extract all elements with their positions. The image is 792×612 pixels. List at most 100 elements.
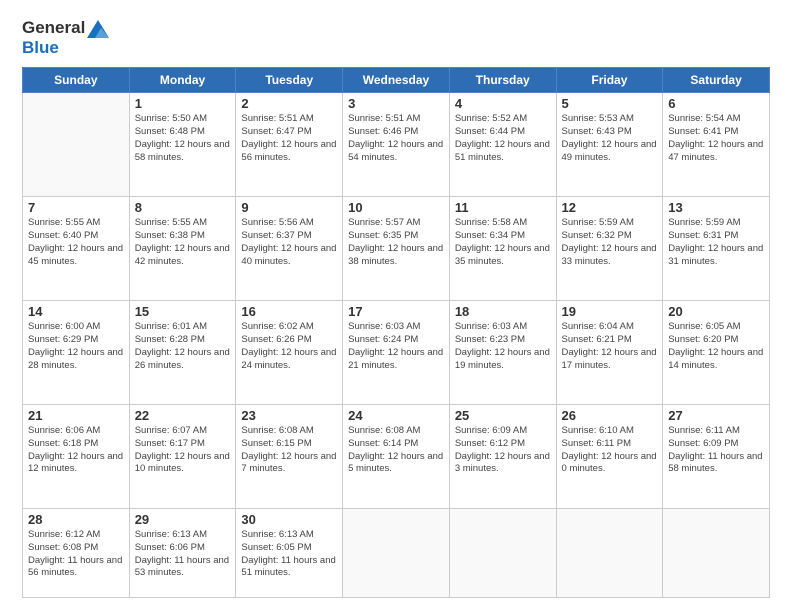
day-number: 14 (28, 304, 124, 319)
day-number: 25 (455, 408, 551, 423)
day-number: 5 (562, 96, 658, 111)
calendar-table: SundayMondayTuesdayWednesdayThursdayFrid… (22, 67, 770, 598)
cell-daylight-info: Sunrise: 6:05 AM Sunset: 6:20 PM Dayligh… (668, 321, 764, 372)
day-header-wednesday: Wednesday (343, 68, 450, 93)
day-header-monday: Monday (129, 68, 236, 93)
cell-daylight-info: Sunrise: 5:55 AM Sunset: 6:38 PM Dayligh… (135, 217, 231, 268)
cell-daylight-info: Sunrise: 6:03 AM Sunset: 6:23 PM Dayligh… (455, 321, 551, 372)
logo-icon (87, 20, 109, 38)
calendar-cell: 6 Sunrise: 5:54 AM Sunset: 6:41 PM Daylig… (663, 93, 770, 197)
day-number: 23 (241, 408, 337, 423)
calendar-week-4: 21 Sunrise: 6:06 AM Sunset: 6:18 PM Dayli… (23, 405, 770, 509)
day-number: 18 (455, 304, 551, 319)
day-number: 15 (135, 304, 231, 319)
day-number: 7 (28, 200, 124, 215)
logo-general: General (22, 18, 85, 37)
day-header-friday: Friday (556, 68, 663, 93)
day-number: 3 (348, 96, 444, 111)
calendar-cell: 1Sunrise: 5:50 AM Sunset: 6:48 PM Daylig… (129, 93, 236, 197)
cell-daylight-info: Sunrise: 6:07 AM Sunset: 6:17 PM Dayligh… (135, 425, 231, 476)
page: General Blue SundayMondayTuesdayWednesda… (0, 0, 792, 612)
calendar-cell (449, 509, 556, 598)
cell-daylight-info: Sunrise: 5:59 AM Sunset: 6:32 PM Dayligh… (562, 217, 658, 268)
cell-daylight-info: Sunrise: 6:02 AM Sunset: 6:26 PM Dayligh… (241, 321, 337, 372)
day-number: 13 (668, 200, 764, 215)
cell-daylight-info: Sunrise: 5:52 AM Sunset: 6:44 PM Dayligh… (455, 113, 551, 164)
calendar-cell (556, 509, 663, 598)
day-number: 10 (348, 200, 444, 215)
calendar-cell: 7 Sunrise: 5:55 AM Sunset: 6:40 PM Daylig… (23, 197, 130, 301)
day-header-tuesday: Tuesday (236, 68, 343, 93)
cell-daylight-info: Sunrise: 6:09 AM Sunset: 6:12 PM Dayligh… (455, 425, 551, 476)
header: General Blue (22, 18, 770, 57)
day-number: 6 (668, 96, 764, 111)
calendar-cell: 22 Sunrise: 6:07 AM Sunset: 6:17 PM Dayli… (129, 405, 236, 509)
calendar-week-1: 1Sunrise: 5:50 AM Sunset: 6:48 PM Daylig… (23, 93, 770, 197)
cell-daylight-info: Sunrise: 5:55 AM Sunset: 6:40 PM Dayligh… (28, 217, 124, 268)
day-number: 22 (135, 408, 231, 423)
day-number: 29 (135, 512, 231, 527)
calendar-cell: 14 Sunrise: 6:00 AM Sunset: 6:29 PM Dayli… (23, 301, 130, 405)
logo-blue: Blue (22, 38, 109, 58)
day-number: 17 (348, 304, 444, 319)
calendar-header-row: SundayMondayTuesdayWednesdayThursdayFrid… (23, 68, 770, 93)
cell-daylight-info: Sunrise: 6:12 AM Sunset: 6:08 PM Dayligh… (28, 529, 124, 580)
cell-daylight-info: Sunrise: 6:13 AM Sunset: 6:05 PM Dayligh… (241, 529, 337, 580)
cell-daylight-info: Sunrise: 5:51 AM Sunset: 6:47 PM Dayligh… (241, 113, 337, 164)
calendar-cell (23, 93, 130, 197)
day-number: 2 (241, 96, 337, 111)
day-number: 24 (348, 408, 444, 423)
day-header-saturday: Saturday (663, 68, 770, 93)
day-number: 21 (28, 408, 124, 423)
calendar-week-5: 28 Sunrise: 6:12 AM Sunset: 6:08 PM Dayli… (23, 509, 770, 598)
cell-daylight-info: Sunrise: 6:13 AM Sunset: 6:06 PM Dayligh… (135, 529, 231, 580)
calendar-cell: 24Sunrise: 6:08 AM Sunset: 6:14 PM Dayli… (343, 405, 450, 509)
day-number: 27 (668, 408, 764, 423)
calendar-cell: 10 Sunrise: 5:57 AM Sunset: 6:35 PM Dayli… (343, 197, 450, 301)
calendar-cell (663, 509, 770, 598)
calendar-cell: 8 Sunrise: 5:55 AM Sunset: 6:38 PM Daylig… (129, 197, 236, 301)
cell-daylight-info: Sunrise: 6:06 AM Sunset: 6:18 PM Dayligh… (28, 425, 124, 476)
calendar-cell: 11 Sunrise: 5:58 AM Sunset: 6:34 PM Dayli… (449, 197, 556, 301)
calendar-cell: 20 Sunrise: 6:05 AM Sunset: 6:20 PM Dayli… (663, 301, 770, 405)
day-header-sunday: Sunday (23, 68, 130, 93)
day-number: 8 (135, 200, 231, 215)
day-number: 28 (28, 512, 124, 527)
day-header-thursday: Thursday (449, 68, 556, 93)
calendar-cell: 18 Sunrise: 6:03 AM Sunset: 6:23 PM Dayli… (449, 301, 556, 405)
logo: General Blue (22, 18, 109, 57)
cell-daylight-info: Sunrise: 6:04 AM Sunset: 6:21 PM Dayligh… (562, 321, 658, 372)
calendar-cell: 4 Sunrise: 5:52 AM Sunset: 6:44 PM Daylig… (449, 93, 556, 197)
day-number: 19 (562, 304, 658, 319)
calendar-cell: 15 Sunrise: 6:01 AM Sunset: 6:28 PM Dayli… (129, 301, 236, 405)
cell-daylight-info: Sunrise: 6:03 AM Sunset: 6:24 PM Dayligh… (348, 321, 444, 372)
calendar-cell: 26Sunrise: 6:10 AM Sunset: 6:11 PM Dayli… (556, 405, 663, 509)
calendar-cell (343, 509, 450, 598)
calendar-cell: 9 Sunrise: 5:56 AM Sunset: 6:37 PM Daylig… (236, 197, 343, 301)
cell-daylight-info: Sunrise: 5:56 AM Sunset: 6:37 PM Dayligh… (241, 217, 337, 268)
day-number: 11 (455, 200, 551, 215)
calendar-cell: 2 Sunrise: 5:51 AM Sunset: 6:47 PM Daylig… (236, 93, 343, 197)
calendar-cell: 16 Sunrise: 6:02 AM Sunset: 6:26 PM Dayli… (236, 301, 343, 405)
cell-daylight-info: Sunrise: 5:53 AM Sunset: 6:43 PM Dayligh… (562, 113, 658, 164)
day-number: 12 (562, 200, 658, 215)
day-number: 16 (241, 304, 337, 319)
cell-daylight-info: Sunrise: 5:54 AM Sunset: 6:41 PM Dayligh… (668, 113, 764, 164)
cell-daylight-info: Sunrise: 5:58 AM Sunset: 6:34 PM Dayligh… (455, 217, 551, 268)
cell-daylight-info: Sunrise: 5:57 AM Sunset: 6:35 PM Dayligh… (348, 217, 444, 268)
cell-daylight-info: Sunrise: 6:10 AM Sunset: 6:11 PM Dayligh… (562, 425, 658, 476)
day-number: 20 (668, 304, 764, 319)
day-number: 9 (241, 200, 337, 215)
calendar-cell: 3Sunrise: 5:51 AM Sunset: 6:46 PM Daylig… (343, 93, 450, 197)
cell-daylight-info: Sunrise: 6:08 AM Sunset: 6:15 PM Dayligh… (241, 425, 337, 476)
day-number: 30 (241, 512, 337, 527)
day-number: 1 (135, 96, 231, 111)
calendar-cell: 21 Sunrise: 6:06 AM Sunset: 6:18 PM Dayli… (23, 405, 130, 509)
cell-daylight-info: Sunrise: 6:11 AM Sunset: 6:09 PM Dayligh… (668, 425, 764, 476)
day-number: 4 (455, 96, 551, 111)
calendar-cell: 29 Sunrise: 6:13 AM Sunset: 6:06 PM Dayli… (129, 509, 236, 598)
calendar-cell: 13Sunrise: 5:59 AM Sunset: 6:31 PM Dayli… (663, 197, 770, 301)
cell-daylight-info: Sunrise: 6:00 AM Sunset: 6:29 PM Dayligh… (28, 321, 124, 372)
calendar-cell: 28 Sunrise: 6:12 AM Sunset: 6:08 PM Dayli… (23, 509, 130, 598)
cell-daylight-info: Sunrise: 6:01 AM Sunset: 6:28 PM Dayligh… (135, 321, 231, 372)
